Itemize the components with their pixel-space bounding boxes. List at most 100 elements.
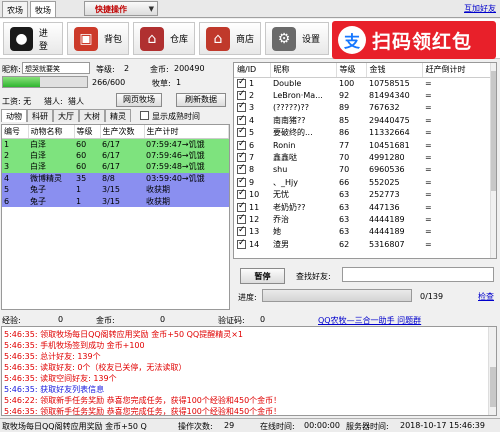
- friend-cell: 4444189: [369, 214, 405, 224]
- animal-row[interactable]: 1 白泽 60 6/17 07:59:47→饥饿: [2, 138, 229, 150]
- friend-id-cell: 10: [234, 188, 270, 201]
- friend-select-checkbox[interactable]: [237, 238, 246, 249]
- animal-row[interactable]: 5 兔子 1 3/15 收获期: [2, 184, 229, 196]
- col-header-friend-id[interactable]: 编/ID: [234, 63, 271, 78]
- friend-select-checkbox[interactable]: [237, 201, 246, 212]
- animal-cell: 07:59:48→饥饿: [144, 161, 229, 173]
- friend-cell: 南南猪??: [273, 115, 306, 125]
- friend-cell: LeBron·Ma...: [273, 91, 323, 101]
- friend-cell: 6960536: [369, 165, 405, 175]
- friend-cell: 100: [339, 78, 355, 88]
- animal-cell: 8/8: [100, 172, 144, 184]
- subtab-sprite[interactable]: 精灵: [105, 109, 131, 122]
- tab-label: 牧场: [35, 6, 51, 15]
- animal-cell: 收获期: [144, 184, 229, 196]
- friend-id-cell: 11: [234, 201, 270, 213]
- col-header-count[interactable]: 生产次数: [100, 125, 145, 139]
- friend-row[interactable]: 9 、_Hjy 66 552025 =: [234, 176, 492, 188]
- friend-select-checkbox[interactable]: [237, 114, 246, 125]
- friend-cell: Ronin: [273, 140, 296, 150]
- friend-select-checkbox[interactable]: [237, 163, 246, 175]
- friend-select-checkbox[interactable]: [237, 225, 246, 237]
- scrollbar-thumb[interactable]: [491, 71, 496, 191]
- animal-row[interactable]: 3 白泽 60 6/17 07:59:48→饥饿: [2, 161, 229, 173]
- animal-row[interactable]: 2 白泽 60 6/17 07:59:46→饥饿: [2, 149, 229, 161]
- scan-redpacket-banner[interactable]: 支 扫码领红包: [332, 21, 496, 59]
- friend-cell: 5316807: [369, 239, 405, 249]
- web-pasture-button[interactable]: 网页牧场: [116, 93, 162, 107]
- qq-group-link[interactable]: QQ农牧—三合一助手 问题群: [318, 315, 421, 326]
- quick-ops-dropdown[interactable]: 快捷操作 ▼: [84, 1, 158, 16]
- friend-id: 7: [249, 153, 255, 163]
- settings-button[interactable]: ⚙ 设置: [265, 22, 329, 55]
- friend-cell: =: [425, 239, 432, 249]
- qq-penguin-icon: ●: [10, 26, 33, 51]
- friend-id: 14: [249, 239, 260, 249]
- friend-row[interactable]: 4 南南猪?? 85 29440475 =: [234, 114, 492, 126]
- friend-row[interactable]: 6 Ronin 77 10451681 =: [234, 139, 492, 151]
- subtab-animals[interactable]: 动物: [1, 109, 27, 122]
- tab-farm[interactable]: 农场: [2, 1, 28, 17]
- friend-select-checkbox[interactable]: [237, 151, 246, 163]
- friend-cell: 81494340: [369, 91, 410, 101]
- friend-table-scrollbar[interactable]: [490, 63, 496, 258]
- friend-select-checkbox[interactable]: [237, 213, 246, 224]
- col-header-friend-name[interactable]: 昵称: [270, 63, 337, 78]
- subtab-tree[interactable]: 大树: [79, 109, 105, 122]
- friend-select-checkbox[interactable]: [237, 176, 246, 187]
- refresh-data-button[interactable]: 刷新数据: [176, 93, 226, 107]
- friend-row[interactable]: 12 乔治 63 4444189 =: [234, 213, 492, 225]
- animal-cell: 4: [2, 172, 28, 184]
- check-link[interactable]: 检查: [478, 291, 494, 302]
- login-button[interactable]: ● 进登: [3, 22, 63, 55]
- col-header-friend-countdown[interactable]: 赶产倒计时: [422, 63, 492, 78]
- search-friend-input[interactable]: [342, 267, 494, 282]
- col-header-name[interactable]: 动物名称: [28, 125, 75, 139]
- log-scrollbar[interactable]: [488, 327, 496, 415]
- animal-row[interactable]: 4 微博精灵 35 8/8 03:59:40→饥饿: [2, 172, 229, 184]
- friend-row[interactable]: 14 渣男 62 5316807 =: [234, 238, 492, 250]
- friend-cell: =: [425, 128, 432, 138]
- friend-row[interactable]: 11 老奶奶?? 63 447136 =: [234, 201, 492, 213]
- col-header-timer[interactable]: 生产计时: [144, 125, 229, 139]
- animal-cell: 07:59:47→饥饿: [144, 138, 229, 150]
- friend-row[interactable]: 2 LeBron·Ma... 92 81494340 =: [234, 89, 492, 101]
- warehouse-button[interactable]: ⌂ 仓库: [133, 22, 195, 55]
- friend-row[interactable]: 5 要破终的... 86 11332664 =: [234, 126, 492, 139]
- friend-row[interactable]: 8 shu 70 6960536 =: [234, 163, 492, 176]
- shop-label: 商店: [235, 35, 254, 45]
- friend-row[interactable]: 13 她 63 4444189 =: [234, 225, 492, 238]
- friend-row[interactable]: 3 (?????)?? 89 767632 =: [234, 101, 492, 114]
- friend-row[interactable]: 7 鑫鑫哒 70 4991280 =: [234, 151, 492, 163]
- friend-select-checkbox[interactable]: [237, 126, 246, 138]
- add-friend-link[interactable]: 互加好友: [464, 3, 496, 14]
- friend-cell: =: [425, 153, 432, 163]
- pause-button[interactable]: 暂停: [240, 268, 285, 284]
- col-header-friend-money[interactable]: 金钱: [366, 63, 423, 78]
- subtab-research[interactable]: 科研: [27, 109, 53, 122]
- col-header-friend-level[interactable]: 等级: [336, 63, 367, 78]
- friend-select-checkbox[interactable]: [237, 139, 246, 150]
- backpack-button[interactable]: ▣ 背包: [67, 22, 129, 55]
- animal-cell: 2: [2, 149, 28, 161]
- friend-cell: 63: [339, 214, 350, 224]
- friend-select-checkbox[interactable]: [237, 101, 246, 113]
- shop-button[interactable]: ⌂ 商店: [199, 22, 261, 55]
- col-header-level[interactable]: 等级: [74, 125, 101, 139]
- show-mature-checkbox[interactable]: [140, 111, 149, 120]
- subtab-hall[interactable]: 大厅: [53, 109, 79, 122]
- scrollbar-thumb[interactable]: [490, 367, 496, 407]
- exp-value: 266/600: [92, 78, 126, 87]
- animal-row[interactable]: 6 兔子 1 3/15 收获期: [2, 195, 229, 207]
- friend-row[interactable]: 10 无忧 63 252773 =: [234, 188, 492, 201]
- login-label: 进登: [38, 28, 48, 52]
- friend-id: 3: [249, 103, 255, 113]
- friend-select-checkbox[interactable]: [237, 77, 246, 88]
- animal-cell: 微博精灵: [28, 172, 74, 184]
- tab-pasture[interactable]: 牧场: [30, 1, 56, 17]
- friend-select-checkbox[interactable]: [237, 89, 246, 101]
- friend-row[interactable]: 1 Double 100 10758515 =: [234, 77, 492, 89]
- friend-select-checkbox[interactable]: [237, 188, 246, 200]
- col-header-id[interactable]: 编号: [2, 125, 29, 139]
- animal-table: 编号 动物名称 等级 生产次数 生产计时 1 白泽 60 6/17 07:59:47→饥…: [1, 124, 230, 310]
